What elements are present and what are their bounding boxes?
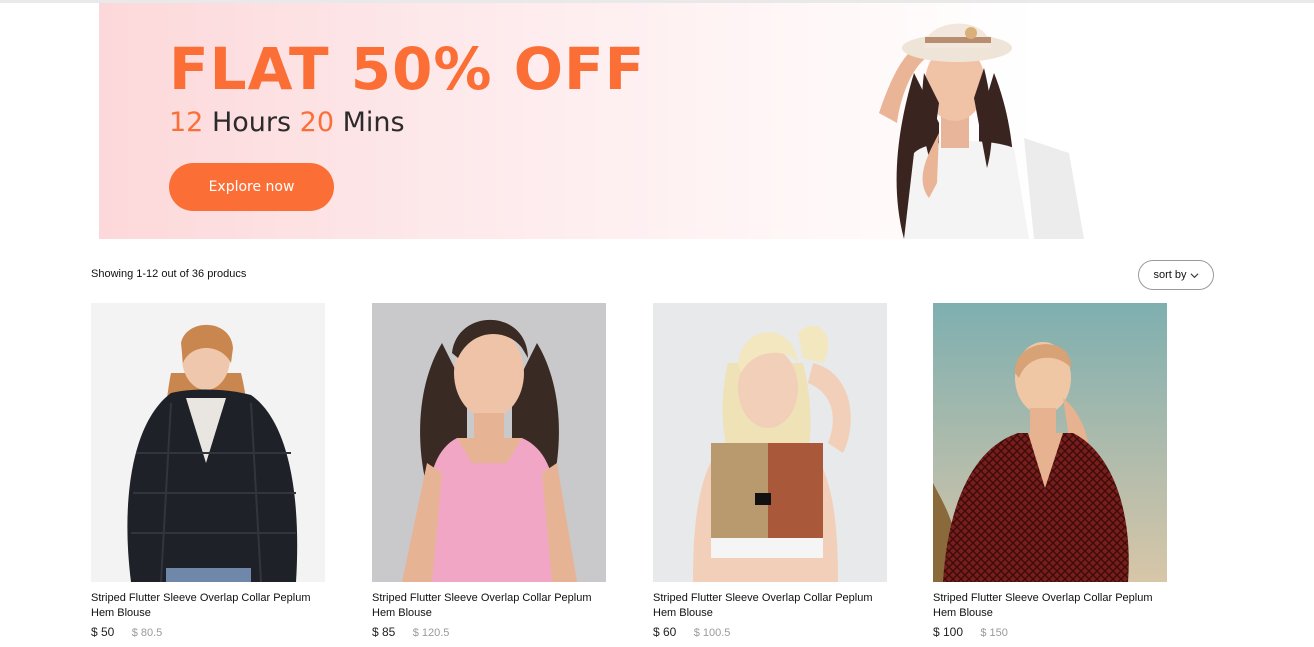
product-price: $ 85 <box>372 625 396 639</box>
product-image[interactable] <box>91 303 325 582</box>
product-price: $ 100 <box>933 625 964 639</box>
countdown-mins-label: Mins <box>342 107 405 138</box>
promo-banner: FLAT 50% OFF 12 Hours 20 Mins Explore no… <box>99 3 1203 239</box>
product-old-price: $ 100.5 <box>693 627 731 639</box>
product-price: $ 60 <box>653 625 677 639</box>
product-name[interactable]: Striped Flutter Sleeve Overlap Collar Pe… <box>933 591 1167 621</box>
product-name[interactable]: Striped Flutter Sleeve Overlap Collar Pe… <box>372 591 606 621</box>
results-count: Showing 1-12 out of 36 producs <box>91 268 247 280</box>
product-old-price: $ 150 <box>980 627 1008 639</box>
product-prices: $ 85 $ 120.5 <box>372 625 606 639</box>
product-name[interactable]: Striped Flutter Sleeve Overlap Collar Pe… <box>91 591 325 621</box>
product-card[interactable]: Striped Flutter Sleeve Overlap Collar Pe… <box>372 303 606 639</box>
chevron-down-icon <box>1190 272 1198 278</box>
product-old-price: $ 120.5 <box>412 627 450 639</box>
product-image[interactable] <box>933 303 1167 582</box>
explore-now-button[interactable]: Explore now <box>169 163 334 211</box>
product-old-price: $ 80.5 <box>131 627 163 639</box>
product-name[interactable]: Striped Flutter Sleeve Overlap Collar Pe… <box>653 591 887 621</box>
countdown-mins: 20 <box>299 107 335 138</box>
product-card[interactable]: Striped Flutter Sleeve Overlap Collar Pe… <box>933 303 1167 639</box>
product-image[interactable] <box>372 303 606 582</box>
product-prices: $ 50 $ 80.5 <box>91 625 325 639</box>
product-card[interactable]: Striped Flutter Sleeve Overlap Collar Pe… <box>91 303 325 639</box>
product-image[interactable] <box>653 303 887 582</box>
product-price: $ 50 <box>91 625 115 639</box>
product-prices: $ 60 $ 100.5 <box>653 625 887 639</box>
banner-headline: FLAT 50% OFF <box>169 35 646 103</box>
banner-model-image <box>879 23 1084 239</box>
banner-countdown: 12 Hours 20 Mins <box>169 107 405 138</box>
sort-by-dropdown[interactable]: sort by <box>1138 260 1214 290</box>
sort-by-label: sort by <box>1153 269 1187 281</box>
product-prices: $ 100 $ 150 <box>933 625 1167 639</box>
product-card[interactable]: Striped Flutter Sleeve Overlap Collar Pe… <box>653 303 887 639</box>
countdown-hours-label: Hours <box>211 107 292 138</box>
countdown-hours: 12 <box>169 107 204 138</box>
